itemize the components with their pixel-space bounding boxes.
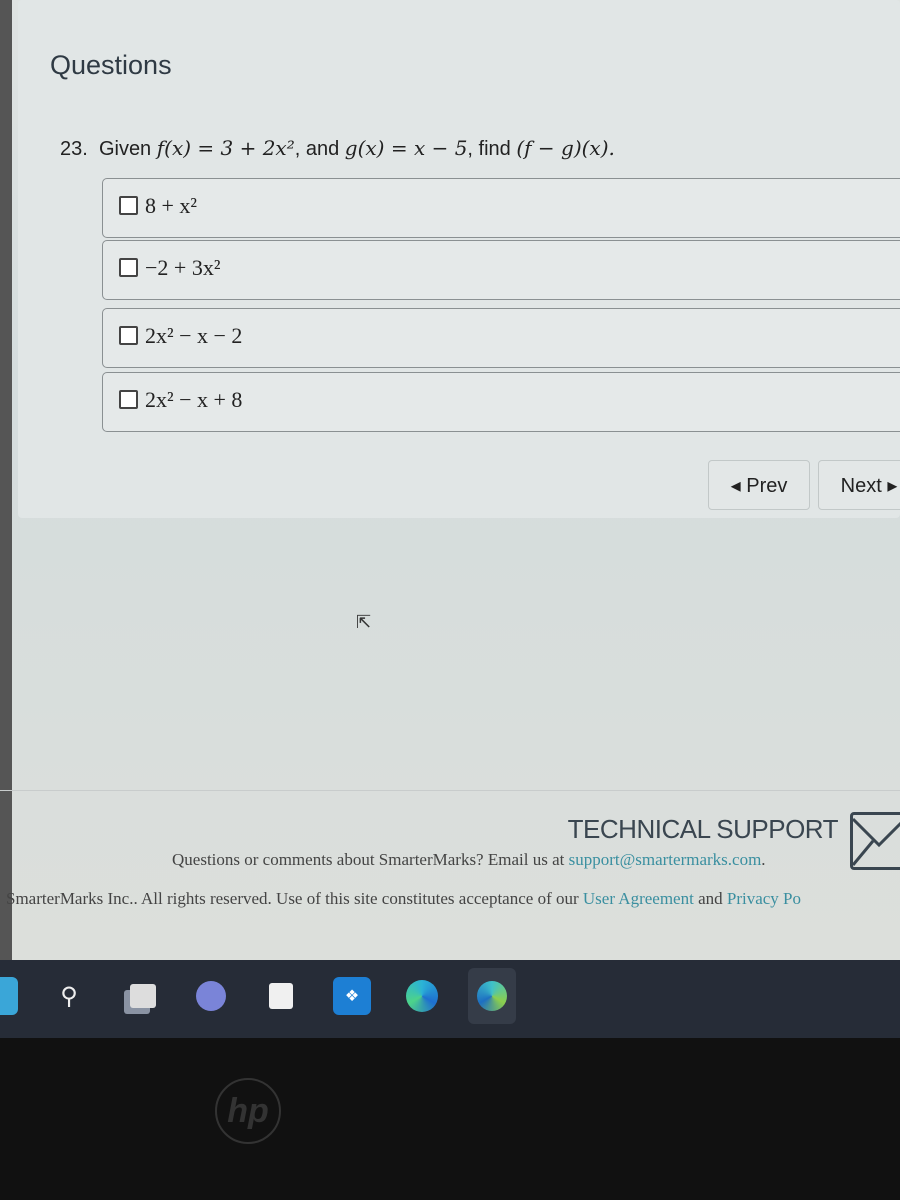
g-definition: g(x) = x − 5	[344, 136, 468, 160]
taskbar: ⚲ ❖	[0, 960, 900, 1038]
contact-text: Questions or comments about SmarterMarks…	[172, 850, 569, 869]
task-view-icon[interactable]	[124, 977, 162, 1015]
rights-text: SmarterMarks Inc.. All rights reserved. …	[6, 889, 583, 908]
window-edge	[0, 0, 12, 960]
microsoft-store-icon[interactable]	[262, 977, 300, 1015]
checkbox[interactable]	[119, 258, 138, 277]
teams-chat-icon[interactable]	[192, 977, 230, 1015]
checkbox[interactable]	[119, 326, 138, 345]
dropbox-icon[interactable]: ❖	[333, 977, 371, 1015]
next-button[interactable]: Next ▸	[818, 460, 900, 510]
mouse-cursor-icon: ⇱	[356, 612, 372, 632]
f-definition: f(x) = 3 + 2x²	[156, 136, 295, 160]
copyright-line: SmarterMarks Inc.. All rights reserved. …	[6, 889, 801, 909]
edge-icon[interactable]	[403, 977, 441, 1015]
mail-icon[interactable]	[850, 812, 900, 870]
option-label: −2 + 3x²	[145, 255, 221, 280]
checkbox[interactable]	[119, 196, 138, 215]
user-agreement-link[interactable]: User Agreement	[583, 889, 694, 908]
technical-support-heading: TECHNICAL SUPPORT	[567, 814, 839, 844]
answer-option[interactable]: 2x² − x + 8	[102, 372, 900, 432]
page-title: Questions	[50, 50, 172, 80]
option-label: 8 + x²	[145, 193, 198, 218]
windows-start-icon[interactable]	[0, 977, 18, 1015]
option-label: 2x² − x + 8	[145, 387, 243, 412]
support-email-link[interactable]: support@smartermarks.com	[569, 850, 762, 869]
screen: Questions 23. Given f(x) = 3 + 2x², and …	[0, 0, 900, 960]
answer-option[interactable]: −2 + 3x²	[102, 240, 900, 300]
question-number: 23.	[60, 138, 88, 160]
search-icon[interactable]: ⚲	[50, 977, 88, 1015]
checkbox[interactable]	[119, 390, 138, 409]
question-find: , find	[467, 138, 517, 160]
question-target: (f − g)(x).	[516, 136, 615, 160]
footer-divider	[0, 790, 900, 791]
contact-line: Questions or comments about SmarterMarks…	[172, 850, 766, 870]
option-label: 2x² − x − 2	[145, 323, 243, 348]
question-mid: , and	[294, 138, 345, 160]
answer-option[interactable]: 2x² − x − 2	[102, 308, 900, 368]
prev-button[interactable]: ◂ Prev	[708, 460, 810, 510]
question-text: 23. Given f(x) = 3 + 2x², and g(x) = x −…	[60, 136, 615, 161]
privacy-policy-link[interactable]: Privacy Po	[727, 889, 801, 908]
period: .	[761, 850, 766, 869]
answer-option[interactable]: 8 + x²	[102, 178, 900, 238]
hp-logo: hp	[215, 1078, 281, 1144]
and-text: and	[693, 889, 727, 908]
edge-beta-icon[interactable]	[468, 968, 516, 1024]
question-prefix: Given	[98, 138, 157, 160]
